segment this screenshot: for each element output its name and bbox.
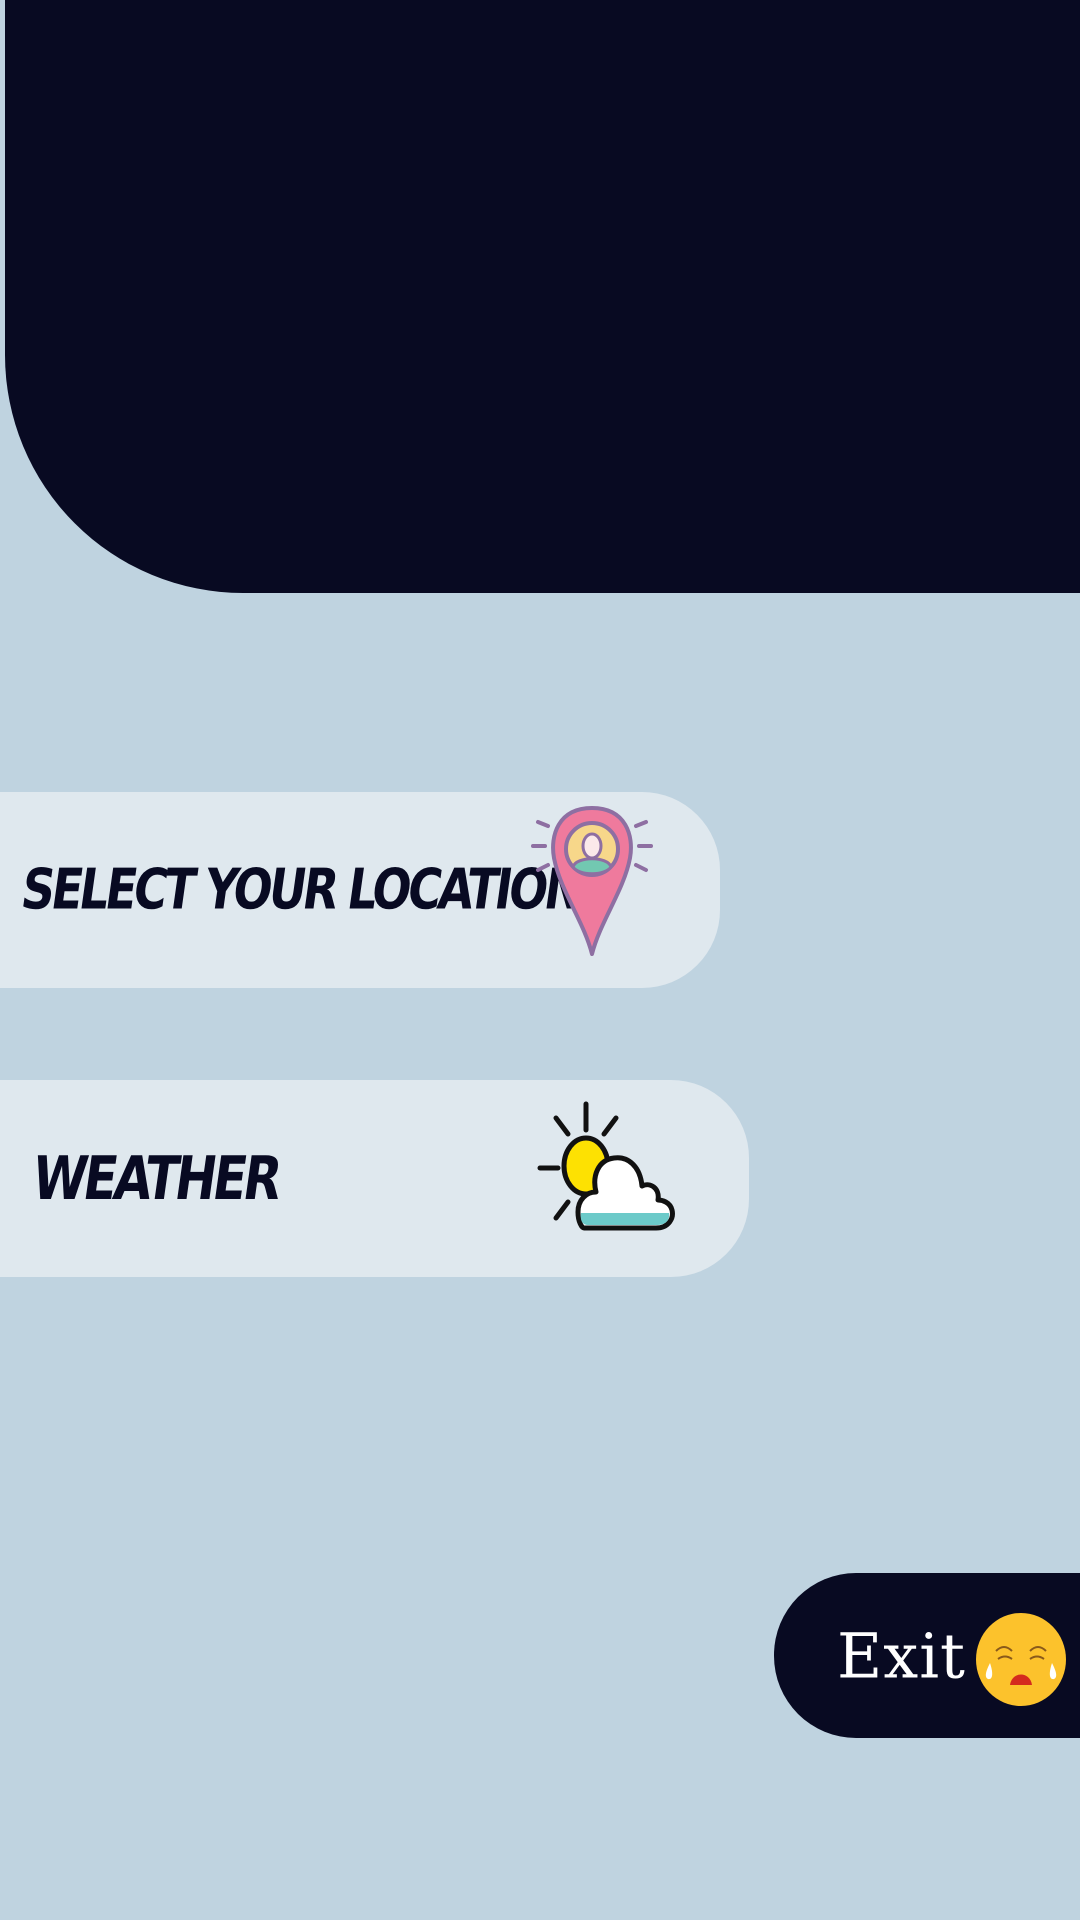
select-location-button[interactable]: SELECT YOUR LOCATION [0,792,720,988]
select-location-label: SELECT YOUR LOCATION [17,857,585,923]
weather-label: WEATHER [28,1143,284,1214]
header-panel [5,0,1080,593]
weather-button[interactable]: WEATHER [0,1080,749,1277]
exit-button[interactable]: Exit [774,1573,1080,1738]
location-pin-person-icon [531,806,653,956]
exit-label: Exit [837,1619,966,1692]
crying-face-icon [976,1613,1066,1706]
sun-cloud-icon [537,1101,675,1231]
